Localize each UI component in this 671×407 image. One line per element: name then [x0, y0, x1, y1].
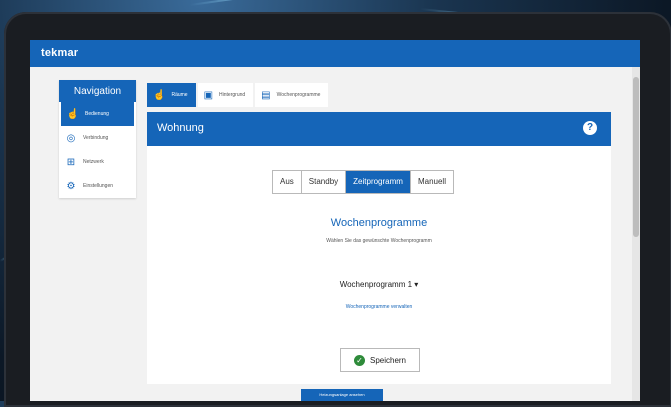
app-screen: tekmar Navigation ☝ Bedienung ◎ Verbindu…: [30, 40, 640, 401]
hand-pointer-icon: ☝: [153, 89, 166, 101]
sitemap-icon: ⊞: [66, 156, 76, 168]
view-system-button[interactable]: Heizungsanlage ansehen: [301, 389, 383, 401]
logo: tekmar: [41, 47, 79, 59]
panel-title: Wohnung: [157, 122, 204, 134]
sidebar-navigation: Navigation ☝ Bedienung ◎ Verbindung ⊞ Ne…: [59, 80, 136, 198]
tab-bar: ☝ Räume ▣ Hintergrund ▤ Wochenprogramme: [147, 83, 330, 107]
hand-pointer-icon: ☝: [66, 108, 80, 120]
save-button[interactable]: ✓ Speichern: [340, 348, 420, 372]
mode-button-manuell[interactable]: Manuell: [410, 171, 453, 193]
tab-hintergrund[interactable]: ▣ Hintergrund: [197, 83, 254, 107]
briefcase-icon: ▣: [203, 89, 214, 101]
manage-programs-link[interactable]: Wochenprogramme verwalten: [147, 304, 611, 310]
mode-button-zeitprogramm[interactable]: Zeitprogramm: [346, 171, 411, 193]
sidebar-item-bedienung[interactable]: ☝ Bedienung: [61, 102, 134, 126]
mode-button-standby[interactable]: Standby: [301, 171, 347, 193]
sidebar-item-label: Netzwerk: [83, 159, 104, 165]
background-streak: [189, 0, 349, 6]
help-icon[interactable]: ?: [583, 121, 597, 135]
sidebar-item-einstellungen[interactable]: ⚙ Einstellungen: [59, 174, 136, 198]
tab-label: Wochenprogramme: [276, 92, 321, 98]
sidebar-item-label: Bedienung: [85, 111, 109, 117]
scrollbar[interactable]: [632, 67, 640, 401]
sidebar-item-netzwerk[interactable]: ⊞ Netzwerk: [59, 150, 136, 174]
tab-raeume[interactable]: ☝ Räume: [147, 83, 196, 107]
scrollbar-thumb[interactable]: [633, 77, 639, 237]
mode-selector: Aus Standby Zeitprogramm Manuell: [272, 170, 454, 194]
section-title: Wochenprogramme: [330, 217, 428, 229]
globe-icon: ◎: [66, 132, 76, 144]
nav-title: Navigation: [59, 80, 136, 102]
check-circle-icon: ✓: [353, 354, 365, 366]
tab-label: Hintergrund: [219, 92, 246, 98]
sidebar-item-label: Einstellungen: [83, 183, 114, 189]
panel-header: Wohnung ?: [147, 112, 611, 146]
calendar-icon: ▤: [261, 89, 271, 101]
tab-label: Räume: [171, 92, 188, 98]
section-subtitle: Wählen Sie das gewünschte Wochenprogramm: [326, 238, 432, 244]
sidebar-item-verbindung[interactable]: ◎ Verbindung: [59, 126, 136, 150]
top-bar: tekmar: [30, 40, 640, 67]
mode-button-aus[interactable]: Aus: [273, 171, 302, 193]
program-dropdown[interactable]: Wochenprogramm 1 ▾: [147, 280, 611, 289]
tab-wochenprogramme[interactable]: ▤ Wochenprogramme: [255, 83, 329, 107]
sidebar-item-label: Verbindung: [83, 135, 109, 141]
room-panel: Wohnung ? Aus Standby Zeitprogramm Manue…: [147, 112, 611, 384]
save-button-label: Speichern: [369, 355, 407, 365]
gear-icon: ⚙: [66, 180, 76, 192]
